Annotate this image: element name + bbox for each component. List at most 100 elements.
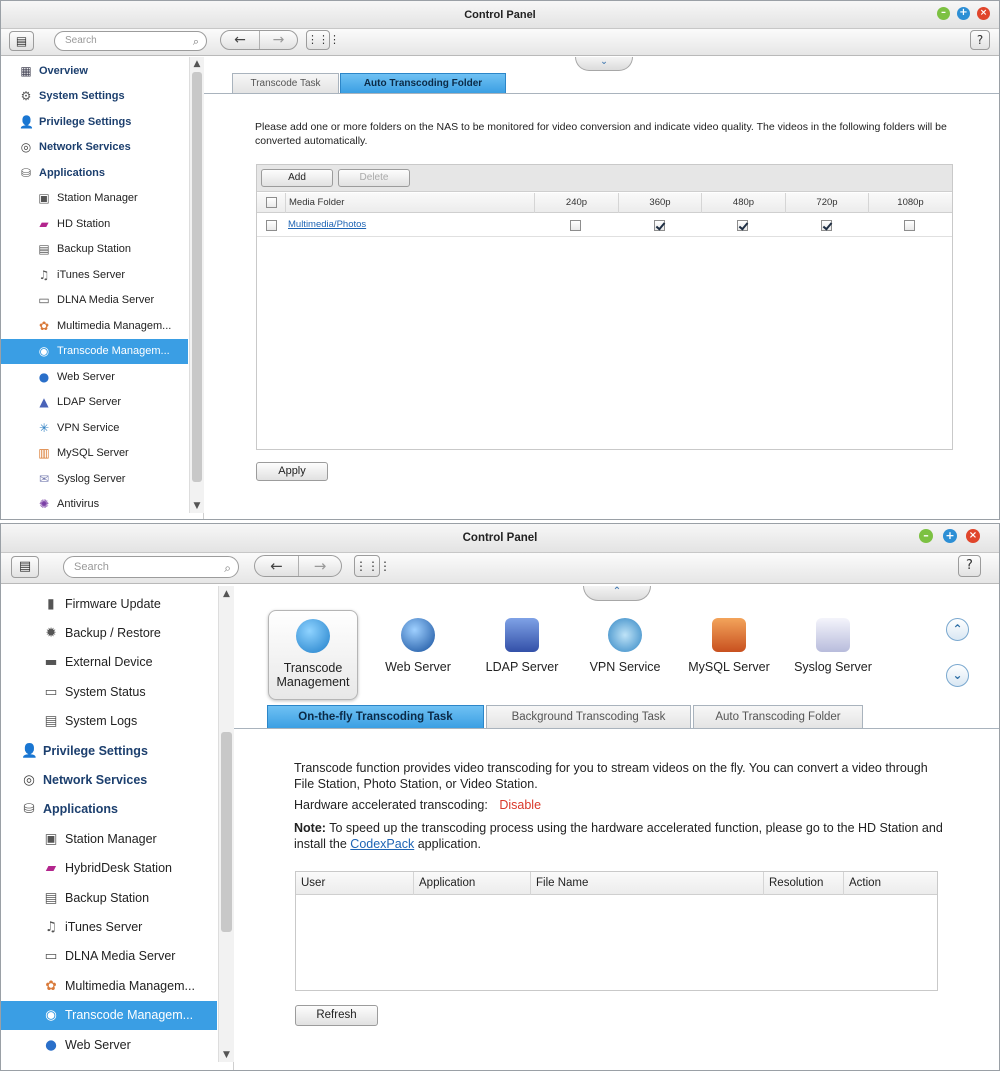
sidebar-item-web-server[interactable]: ● Web Server: [1, 1030, 217, 1059]
sidebar-item-dlna-media-server[interactable]: ▭ DLNA Media Server: [1, 942, 217, 971]
sidebar-item-privilege-settings[interactable]: 👤 Privilege Settings: [1, 736, 217, 765]
back-arrow-icon[interactable]: ←: [221, 31, 259, 49]
search-input[interactable]: Search ⌕: [54, 31, 207, 51]
maximize-icon[interactable]: +: [957, 7, 970, 20]
app-grid-icon[interactable]: ⋮⋮⋮: [306, 30, 340, 50]
sidebar-item-transcode-managem[interactable]: ◉ Transcode Managem...: [1, 1000, 217, 1030]
resolution-checkbox-480p[interactable]: [737, 220, 748, 231]
sidebar-toggle-icon[interactable]: ▤: [11, 556, 39, 578]
sidebar-item-applications[interactable]: ⛁ Applications: [1, 160, 188, 186]
app-ldap-server[interactable]: LDAP Server: [478, 610, 566, 680]
column-header[interactable]: Resolution: [763, 872, 843, 895]
column-header[interactable]: 1080p: [868, 193, 952, 213]
search-input[interactable]: Search ⌕: [63, 556, 239, 578]
tab-auto-transcoding-folder[interactable]: Auto Transcoding Folder: [693, 705, 863, 728]
select-all-checkbox[interactable]: [266, 197, 277, 208]
sidebar-item-system-settings[interactable]: ⚙ System Settings: [1, 84, 188, 110]
app-transcode-management[interactable]: Transcode Management: [268, 610, 358, 700]
minimize-icon[interactable]: –: [937, 7, 950, 20]
app-syslog-server[interactable]: Syslog Server: [788, 610, 878, 680]
sidebar-item-transcode-managem[interactable]: ◉ Transcode Managem...: [1, 338, 188, 364]
sidebar-item-vpn-service[interactable]: ✳ VPN Service: [1, 415, 188, 441]
sidebar-item-ldap-server[interactable]: ▲ LDAP Server: [1, 390, 188, 416]
sidebar-item-network-services[interactable]: ◎ Network Services: [1, 135, 188, 161]
tab-transcode-task[interactable]: Transcode Task: [232, 73, 339, 93]
close-icon[interactable]: ×: [966, 529, 980, 543]
scroll-up-icon[interactable]: ▲: [219, 589, 234, 599]
app-web-server[interactable]: Web Server: [374, 610, 462, 680]
tab-background-transcoding[interactable]: Background Transcoding Task: [486, 705, 691, 728]
table-row[interactable]: Multimedia/Photos: [257, 214, 952, 237]
column-header[interactable]: User: [296, 872, 413, 895]
sidebar-scrollbar[interactable]: ▲ ▼: [218, 586, 234, 1062]
apply-button[interactable]: Apply: [256, 462, 328, 481]
media-folder-link[interactable]: Multimedia/Photos: [288, 219, 366, 230]
sidebar-item-privilege-settings[interactable]: 👤 Privilege Settings: [1, 109, 188, 135]
resolution-checkbox-720p[interactable]: [820, 220, 832, 231]
column-header[interactable]: File Name: [530, 872, 763, 895]
scroll-down-icon[interactable]: ▼: [190, 501, 204, 511]
resolution-checkbox-360p[interactable]: [653, 220, 665, 231]
codexpack-link[interactable]: CodexPack: [350, 837, 414, 851]
tab-on-the-fly-transcoding[interactable]: On-the-fly Transcoding Task: [267, 705, 484, 728]
sidebar-item-backup-station[interactable]: ▤ Backup Station: [1, 237, 188, 263]
add-button[interactable]: Add: [261, 169, 333, 187]
scroll-down-icon[interactable]: ▼: [219, 1050, 234, 1060]
column-header[interactable]: Media Folder: [285, 193, 534, 213]
sidebar-item-multimedia-managem[interactable]: ✿ Multimedia Managem...: [1, 313, 188, 339]
sidebar-item-antivirus[interactable]: ✺ Antivirus: [1, 492, 188, 518]
back-arrow-icon[interactable]: ←: [255, 556, 298, 576]
row-select-checkbox[interactable]: [266, 220, 277, 231]
sidebar-item-station-manager[interactable]: ▣ Station Manager: [1, 186, 188, 212]
forward-arrow-icon[interactable]: →: [297, 556, 341, 576]
sidebar-item-station-manager[interactable]: ▣ Station Manager: [1, 824, 217, 853]
scrollbar-thumb[interactable]: [221, 732, 232, 932]
sidebar-item-network-services[interactable]: ◎ Network Services: [1, 765, 217, 794]
help-button[interactable]: ?: [958, 555, 981, 577]
help-button[interactable]: ?: [970, 30, 990, 50]
sidebar-item-multimedia-managem[interactable]: ✿ Multimedia Managem...: [1, 971, 217, 1000]
sidebar-item-overview[interactable]: ▦ Overview: [1, 58, 188, 84]
sidebar-item-mysql-server[interactable]: ▥ MySQL Server: [1, 441, 188, 467]
minimize-icon[interactable]: –: [919, 529, 933, 543]
app-mysql-server[interactable]: MySQL Server: [683, 610, 775, 680]
column-header[interactable]: 240p: [534, 193, 618, 213]
sidebar-item-system-status[interactable]: ▭ System Status: [1, 677, 217, 706]
resolution-checkbox-1080p[interactable]: [904, 220, 915, 231]
sidebar-item-web-server[interactable]: ● Web Server: [1, 364, 188, 390]
sidebar-item-system-logs[interactable]: ▤ System Logs: [1, 707, 217, 736]
scrollbar-thumb[interactable]: [192, 72, 202, 482]
app-vpn-service[interactable]: VPN Service: [581, 610, 669, 680]
apps-scroll-down-icon[interactable]: ⌄: [946, 664, 969, 687]
column-header[interactable]: Application: [413, 872, 530, 895]
sidebar-item-itunes-server[interactable]: ♫ iTunes Server: [1, 912, 217, 941]
sidebar-item-syslog-server[interactable]: ✉ Syslog Server: [1, 466, 188, 492]
sidebar-item-backup-station[interactable]: ▤ Backup Station: [1, 883, 217, 912]
sidebar-toggle-icon[interactable]: ▤: [9, 31, 34, 51]
forward-arrow-icon[interactable]: →: [258, 31, 297, 49]
collapse-chevron-up-icon[interactable]: ⌃: [583, 586, 651, 601]
sidebar-item-itunes-server[interactable]: ♫ iTunes Server: [1, 262, 188, 288]
sidebar-item-external-device[interactable]: ▬ External Device: [1, 648, 217, 677]
column-header[interactable]: 480p: [701, 193, 785, 213]
sidebar-item-applications[interactable]: ⛁ Applications: [1, 795, 217, 824]
collapse-chevron-down-icon[interactable]: ⌄: [575, 57, 633, 71]
column-header[interactable]: 720p: [785, 193, 868, 213]
sidebar-item-backup-restore[interactable]: ✹ Backup / Restore: [1, 618, 217, 647]
app-grid-icon[interactable]: ⋮⋮⋮: [354, 555, 391, 577]
refresh-button[interactable]: Refresh: [295, 1005, 378, 1026]
sidebar-scrollbar[interactable]: ▲ ▼: [189, 57, 204, 513]
tab-auto-transcoding-folder[interactable]: Auto Transcoding Folder: [340, 73, 506, 93]
sidebar-item-dlna-media-server[interactable]: ▭ DLNA Media Server: [1, 288, 188, 314]
resolution-checkbox-240p[interactable]: [570, 220, 581, 231]
sidebar-item-hybriddesk-station[interactable]: ▰ HybridDesk Station: [1, 854, 217, 883]
sidebar-item-firmware-update[interactable]: ▮ Firmware Update: [1, 589, 217, 618]
maximize-icon[interactable]: +: [943, 529, 957, 543]
close-icon[interactable]: ×: [977, 7, 990, 20]
sidebar-item-hd-station[interactable]: ▰ HD Station: [1, 211, 188, 237]
column-header[interactable]: 360p: [618, 193, 701, 213]
apps-scroll-up-icon[interactable]: ⌃: [946, 618, 969, 641]
delete-button[interactable]: Delete: [338, 169, 410, 187]
scroll-up-icon[interactable]: ▲: [190, 59, 204, 69]
column-header[interactable]: Action: [843, 872, 937, 895]
